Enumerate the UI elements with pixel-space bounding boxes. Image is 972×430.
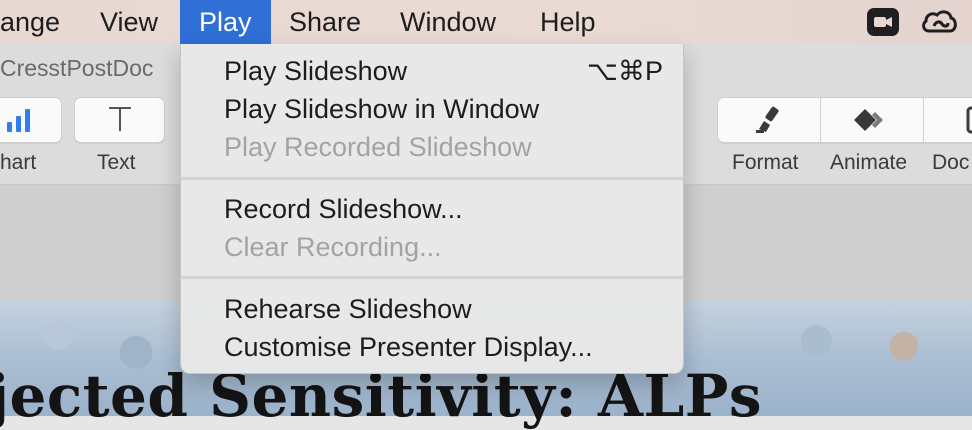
- format-label: Format: [732, 151, 799, 174]
- animate-button[interactable]: [821, 98, 924, 142]
- menu-window[interactable]: Window: [400, 0, 496, 44]
- menu-play[interactable]: Play: [180, 0, 271, 44]
- animate-label: Animate: [830, 151, 908, 174]
- menu-item-play-slideshow-in-window[interactable]: Play Slideshow in Window: [224, 94, 539, 125]
- menu-arrange[interactable]: ange: [0, 0, 60, 44]
- menu-bar: ange View Play Share Window Help: [0, 0, 972, 44]
- chart-button[interactable]: [0, 97, 62, 143]
- menu-item-rehearse-slideshow[interactable]: Rehearse Slideshow: [224, 294, 472, 325]
- text-label: Text: [97, 151, 136, 174]
- menu-help[interactable]: Help: [540, 0, 596, 44]
- document-button[interactable]: [924, 98, 972, 142]
- play-menu-dropdown: Play Slideshow ⌥⌘P Play Slideshow in Win…: [180, 44, 684, 374]
- menu-view[interactable]: View: [100, 0, 158, 44]
- document-icon: [966, 106, 972, 139]
- paintbrush-icon: [754, 105, 786, 140]
- animate-diamond-icon: [853, 107, 893, 138]
- menu-item-record-slideshow[interactable]: Record Slideshow...: [224, 194, 463, 225]
- text-button[interactable]: [74, 97, 165, 143]
- text-icon: [107, 105, 133, 138]
- document-title: CresstPostDoc: [0, 55, 154, 81]
- document-label: Doc: [932, 151, 970, 174]
- video-icon[interactable]: [866, 7, 900, 37]
- chart-label: hart: [0, 151, 37, 174]
- menu-item-customise-presenter-display[interactable]: Customise Presenter Display...: [224, 332, 593, 363]
- menu-item-clear-recording: Clear Recording...: [224, 232, 442, 262]
- inspector-segmented-control: [717, 97, 972, 143]
- format-button[interactable]: [718, 98, 821, 142]
- menu-separator: [181, 177, 683, 180]
- shortcut-play-slideshow: ⌥⌘P: [586, 56, 663, 86]
- creative-cloud-icon[interactable]: [920, 7, 957, 37]
- menu-share[interactable]: Share: [289, 0, 361, 44]
- menu-item-play-slideshow[interactable]: Play Slideshow: [224, 56, 407, 87]
- menu-item-play-recorded-slideshow: Play Recorded Slideshow: [224, 132, 532, 162]
- menu-separator: [181, 276, 683, 279]
- chart-icon: [3, 106, 37, 139]
